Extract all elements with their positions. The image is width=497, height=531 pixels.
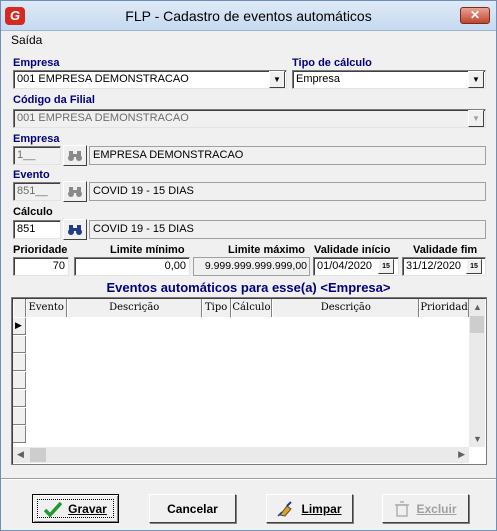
focus-rectangle <box>37 499 114 518</box>
evento-label: Evento <box>13 169 50 181</box>
eraser-broom-icon <box>277 500 293 517</box>
grid-col-descricao-2[interactable]: Descrição <box>272 299 420 317</box>
prioridade-label: Prioridade <box>13 244 68 256</box>
evento-name-field: COVID 19 - 15 DIAS <box>89 182 486 201</box>
empresa-top-label: Empresa <box>13 57 60 69</box>
empresa-select-value: 001 EMPRESA DEMONSTRACAO <box>17 73 189 85</box>
tipo-calculo-label: Tipo de cálculo <box>292 57 372 69</box>
empresa-binoculars-icon[interactable] <box>63 145 87 166</box>
prioridade-value: 70 <box>52 260 65 272</box>
calculo-name-value: COVID 19 - 15 DIAS <box>93 223 194 235</box>
validade-fim-calendar-icon[interactable]: 15 <box>466 259 482 274</box>
scroll-right-icon[interactable]: ▶ <box>458 449 465 460</box>
row-indicator <box>13 372 26 389</box>
cancelar-label: Cancelar <box>167 501 218 516</box>
codigo-filial-select[interactable]: 001 EMPRESA DEMONSTRACAO <box>13 109 486 128</box>
close-button[interactable]: ✕ <box>460 7 490 24</box>
row-indicator <box>13 426 26 443</box>
excluir-button[interactable]: Excluir <box>382 494 469 523</box>
scroll-down-icon[interactable]: ▼ <box>473 434 482 444</box>
empresa-dropdown-icon[interactable]: ▼ <box>269 71 285 88</box>
empresa-code-field[interactable]: 1__ <box>13 146 61 165</box>
codigo-filial-label: Código da Filial <box>13 94 95 106</box>
calculo-code-value: 851 <box>17 223 36 235</box>
calculo-name-field: COVID 19 - 15 DIAS <box>89 220 486 239</box>
grid-header: Evento Descrição Tipo Cálculo Descrição … <box>13 299 469 317</box>
empresa-label: Empresa <box>13 133 60 145</box>
grid-title: Eventos automáticos para esse(a) <Empres… <box>106 280 391 295</box>
codigo-filial-value: 001 EMPRESA DEMONSTRACAO <box>17 112 189 124</box>
evento-code-field[interactable]: 851__ <box>13 182 61 201</box>
limite-minimo-value: 0,00 <box>164 260 186 272</box>
grid-corner <box>13 299 26 317</box>
limpar-label: Limpar <box>301 501 342 516</box>
eventos-grid[interactable]: Evento Descrição Tipo Cálculo Descrição … <box>11 297 487 465</box>
evento-code-value: 851__ <box>17 185 48 197</box>
tipo-calculo-dropdown-icon[interactable]: ▼ <box>468 71 484 88</box>
calculo-code-field[interactable]: 851 <box>13 220 61 239</box>
empresa-name-field: EMPRESA DEMONSTRACAO <box>89 146 486 165</box>
row-indicator <box>13 390 26 407</box>
grid-horizontal-scrollbar[interactable]: ◀ ▶ <box>13 447 469 463</box>
menu-bar: Saída <box>1 31 496 49</box>
row-indicator <box>13 354 26 371</box>
current-row-pointer-icon: ▶ <box>13 318 26 335</box>
limpar-button[interactable]: Limpar <box>266 494 353 523</box>
excluir-label: Excluir <box>416 501 457 516</box>
empresa-name-value: EMPRESA DEMONSTRACAO <box>93 149 244 161</box>
empresa-code-value: 1__ <box>17 149 36 161</box>
limite-maximo-field: 9.999.999.999.999,00 <box>193 257 310 276</box>
menu-saida[interactable]: Saída <box>11 33 42 47</box>
tipo-calculo-select[interactable]: Empresa <box>292 70 486 89</box>
title-bar: G FLP - Cadastro de eventos automáticos … <box>1 1 496 31</box>
row-indicator <box>13 408 26 425</box>
validade-fim-label: Validade fim <box>413 244 478 256</box>
codigo-filial-dropdown-icon[interactable]: ▼ <box>468 110 484 127</box>
tipo-calculo-value: Empresa <box>296 73 341 85</box>
grid-col-evento[interactable]: Evento <box>25 299 67 317</box>
calculo-label: Cálculo <box>13 206 53 218</box>
grid-col-calculo[interactable]: Cálculo <box>230 299 273 317</box>
scroll-left-icon[interactable]: ◀ <box>17 449 24 460</box>
cancelar-button[interactable]: Cancelar <box>149 494 236 523</box>
limite-maximo-value: 9.999.999.999.999,00 <box>204 260 307 272</box>
limite-minimo-label: Limite mínimo <box>110 244 185 256</box>
evento-binoculars-icon[interactable] <box>63 181 87 202</box>
grid-col-descricao[interactable]: Descrição <box>66 299 202 317</box>
validade-fim-value: 31/12/2020 <box>406 260 462 272</box>
calculo-binoculars-icon[interactable] <box>63 219 87 240</box>
limite-maximo-label: Limite máximo <box>228 244 306 256</box>
window-title: FLP - Cadastro de eventos automáticos <box>125 8 372 24</box>
validade-inicio-value: 01/04/2020 <box>317 260 373 272</box>
empresa-select[interactable]: 001 EMPRESA DEMONSTRACAO <box>13 70 287 89</box>
limite-minimo-field[interactable]: 0,00 <box>74 257 190 276</box>
grid-vertical-scrollbar[interactable]: ▲ ▼ <box>469 299 485 447</box>
scroll-up-icon[interactable]: ▲ <box>473 302 482 312</box>
grid-col-prioridade[interactable]: Prioridade <box>419 299 469 317</box>
row-indicator <box>13 336 26 353</box>
bottom-separator <box>1 478 496 480</box>
delete-icon <box>395 500 410 517</box>
gravar-button[interactable]: Gravar <box>32 494 119 523</box>
validade-inicio-calendar-icon[interactable]: 15 <box>378 259 394 274</box>
grid-col-tipo[interactable]: Tipo <box>201 299 231 317</box>
evento-name-value: COVID 19 - 15 DIAS <box>93 185 194 197</box>
validade-inicio-label: Validade início <box>314 244 391 256</box>
vertical-scroll-thumb[interactable] <box>470 316 484 333</box>
prioridade-field[interactable]: 70 <box>13 257 69 276</box>
horizontal-scroll-thumb[interactable] <box>30 448 46 462</box>
app-window: G FLP - Cadastro de eventos automáticos … <box>0 0 497 531</box>
